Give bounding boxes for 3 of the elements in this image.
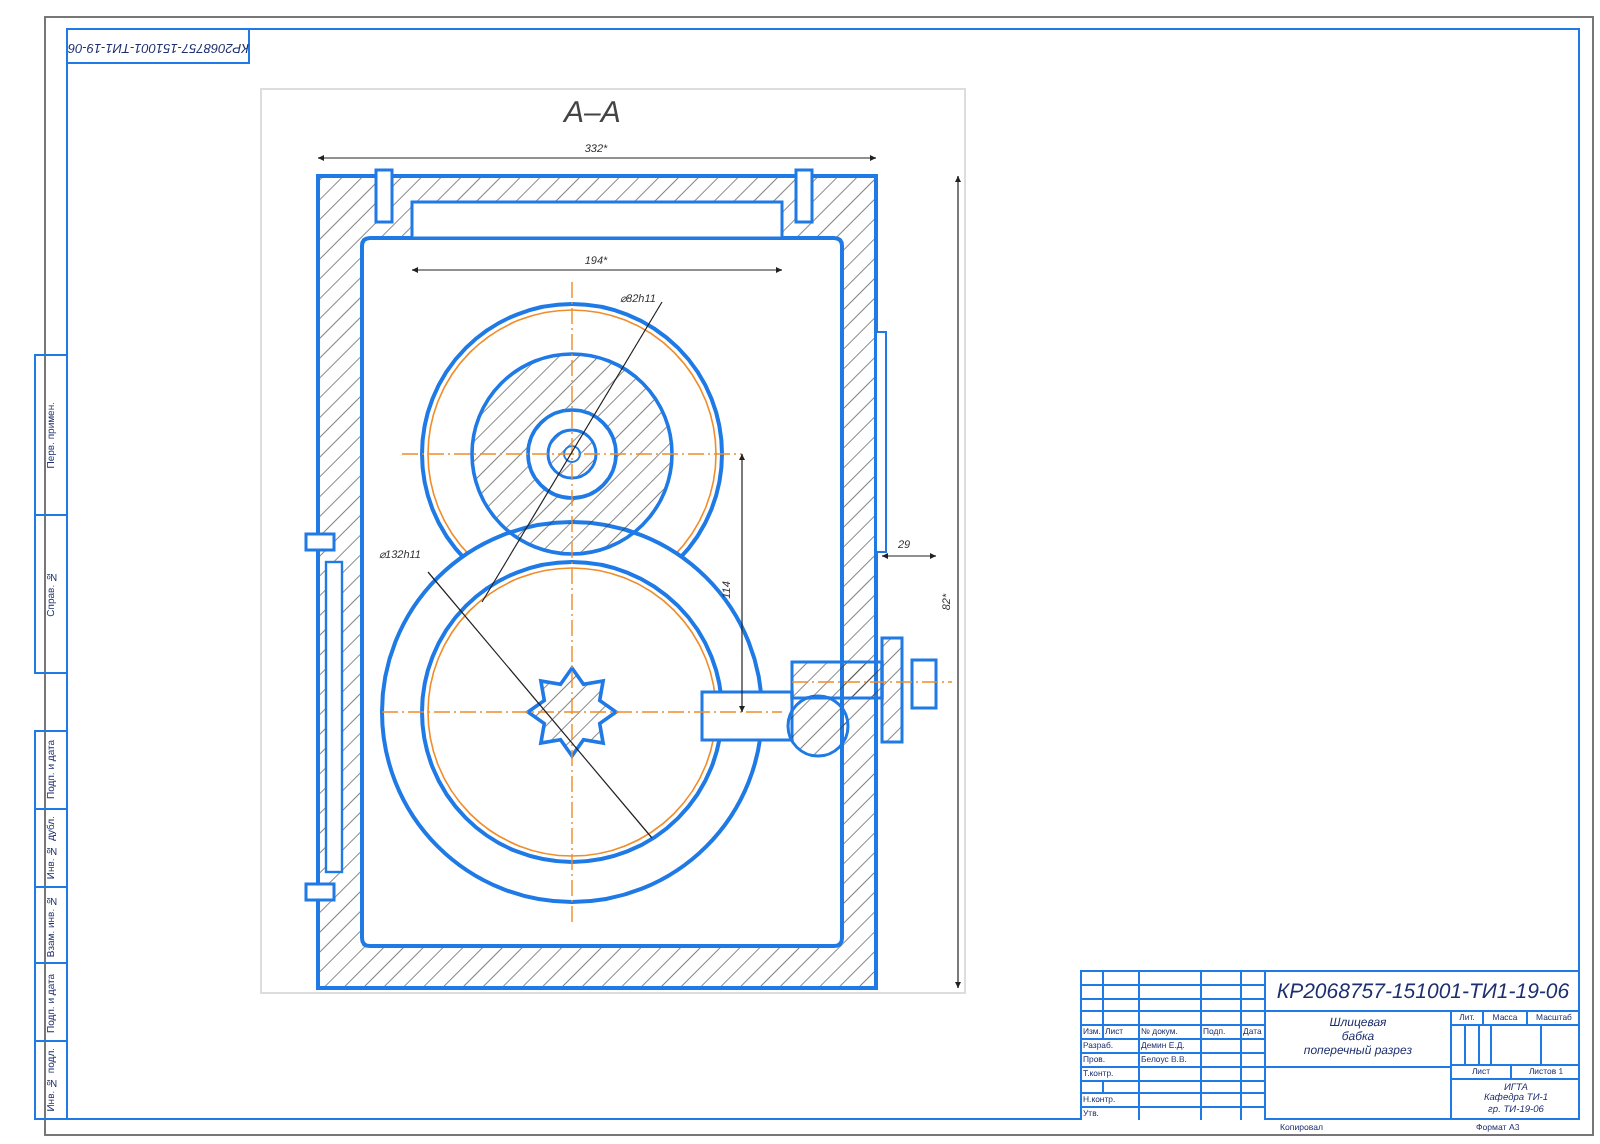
section-label: А–А <box>564 96 621 130</box>
document-number: КР2068757-151001-ТИ1-19-06 <box>1276 979 1570 1003</box>
dimension-line <box>881 553 937 559</box>
